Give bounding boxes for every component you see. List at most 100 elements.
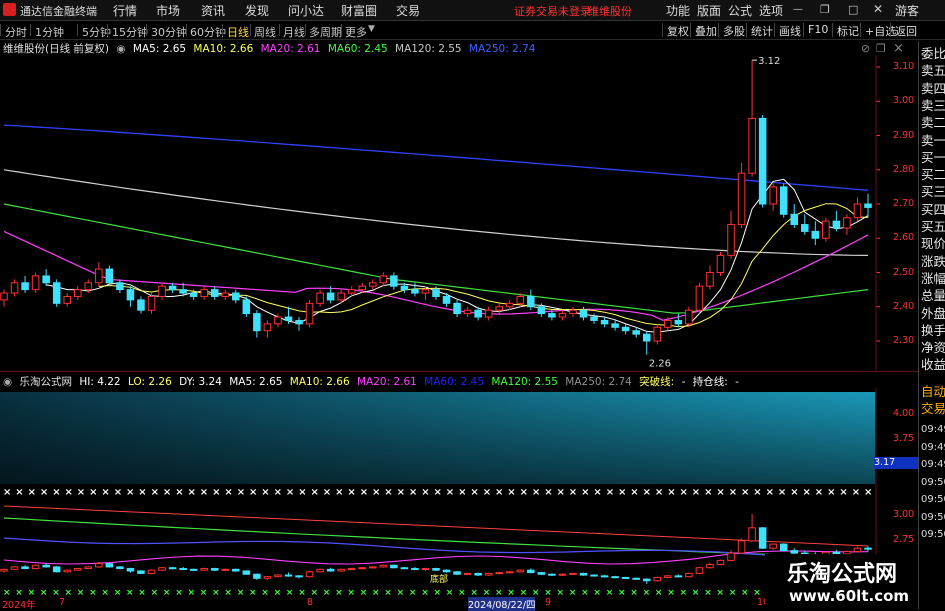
indicator-candle <box>674 574 683 578</box>
indicator-candle-body <box>505 571 514 574</box>
candle <box>558 310 567 321</box>
candle-body <box>706 272 714 287</box>
btn-back[interactable]: 返回 <box>890 23 917 38</box>
btn-f10[interactable]: F10 <box>803 23 828 37</box>
candle <box>158 282 166 300</box>
btn-stats[interactable]: 统计 <box>746 23 773 38</box>
candle <box>822 217 830 242</box>
settings-icon[interactable]: ◉ <box>116 43 125 55</box>
indicator-candle <box>664 575 672 579</box>
breakout-marker: × <box>261 487 269 498</box>
candle-body <box>95 268 103 284</box>
stock-name: 维维股份 <box>588 5 632 18</box>
menu-layout[interactable]: 版面 <box>697 2 721 19</box>
menu-quotes[interactable]: 行情 <box>113 2 137 19</box>
breakout-marker: × <box>643 487 651 498</box>
period-60min[interactable]: 60分钟 <box>190 24 226 40</box>
breakout-marker: × <box>532 487 540 498</box>
indicator-candle <box>579 572 588 576</box>
candle-body <box>579 309 588 318</box>
candle <box>253 310 261 338</box>
btn-multi-stock[interactable]: 多股 <box>718 23 745 38</box>
candle <box>527 289 535 311</box>
zoom-icon[interactable]: ⊘ <box>861 42 870 55</box>
breakout-marker: × <box>3 487 11 498</box>
candle <box>642 330 651 355</box>
menu-trade[interactable]: 交易 <box>396 2 420 19</box>
quote-field-label: 总量 <box>921 288 945 304</box>
indicator-candle <box>221 568 230 571</box>
period-15min[interactable]: 15分钟 <box>112 24 148 40</box>
indicator-candle <box>295 575 303 579</box>
minimize-icon[interactable]: — <box>793 4 803 15</box>
candle <box>95 262 103 287</box>
breakout-marker: × <box>409 487 417 498</box>
breakout-marker: × <box>741 487 749 498</box>
indicator-settings-icon[interactable]: ◉ <box>3 376 12 388</box>
close-panel-icon[interactable]: × <box>893 41 904 56</box>
candle <box>10 279 19 297</box>
period-multi[interactable]: 多周期 <box>309 24 342 40</box>
indicator-candle-body <box>189 568 198 571</box>
quote-field-label: 卖二 <box>921 115 945 131</box>
breakout-marker: × <box>52 487 60 498</box>
candle <box>727 210 735 259</box>
candle <box>0 289 8 307</box>
period-weekly[interactable]: 周线 <box>254 24 276 40</box>
indicator-candle-body <box>706 563 714 569</box>
indicator-candle <box>537 571 546 576</box>
indicator-candle-body <box>558 573 567 576</box>
btn-draw[interactable]: 画线 <box>774 23 801 38</box>
period-monthly[interactable]: 月线 <box>283 24 305 40</box>
breakout-marker: × <box>384 487 392 498</box>
signal-marker: × <box>151 588 159 597</box>
menu-discover[interactable]: 发现 <box>245 2 269 19</box>
btn-overlay[interactable]: 叠加 <box>690 23 717 38</box>
candlestick-chart[interactable]: 3.12 2.26 <box>0 55 918 371</box>
ma60-label: MA60: 2.45 <box>327 43 388 55</box>
menu-options[interactable]: 选项 <box>759 2 783 19</box>
indicator-candle-body <box>73 568 82 571</box>
period-1min[interactable]: 1分钟 <box>35 24 64 40</box>
indicator-candle-body <box>147 569 156 574</box>
btn-adjust[interactable]: 复权 <box>662 23 689 38</box>
menu-wealth[interactable]: 财富圈 <box>341 2 377 19</box>
auto-trade-label[interactable]: 自动 <box>921 383 945 400</box>
indicator-candle <box>326 567 335 572</box>
period-intraday[interactable]: 分时 <box>5 24 27 40</box>
candle <box>790 204 799 228</box>
user-label[interactable]: 游客 <box>895 2 919 19</box>
indicator-candle <box>737 538 746 554</box>
indicator-candle <box>505 570 514 574</box>
period-30min[interactable]: 30分钟 <box>151 24 187 40</box>
menu-ask[interactable]: 问小达 <box>288 2 324 19</box>
menu-market[interactable]: 市场 <box>156 2 180 19</box>
candle-body <box>632 330 640 335</box>
breakout-marker: × <box>507 487 515 498</box>
restore-panel-icon[interactable]: ❐ <box>876 42 886 55</box>
menu-formula[interactable]: 公式 <box>728 2 752 19</box>
signal-marker: × <box>28 588 36 597</box>
indicator-candle <box>232 568 240 572</box>
more-dropdown-icon[interactable]: ▼ <box>368 24 375 34</box>
candle-body <box>790 213 799 226</box>
indicator-tick: 2.75 <box>893 534 915 545</box>
auto-trade-label[interactable]: 交易 <box>921 400 945 417</box>
indicator-candle-body <box>611 576 619 579</box>
indicator-candle <box>611 575 619 579</box>
maximize-icon[interactable]: □ <box>848 3 858 16</box>
signal-marker: × <box>224 588 232 597</box>
close-icon[interactable]: ✕ <box>873 2 883 16</box>
menu-function[interactable]: 功能 <box>666 2 690 19</box>
high-annotation: 3.12 <box>758 56 780 67</box>
btn-mark[interactable]: 标记 <box>832 23 859 38</box>
restore-icon[interactable]: ❐ <box>820 3 830 16</box>
login-warning[interactable]: 证券交易未登录 <box>514 3 591 19</box>
indicator-tick: 4.00 <box>893 408 915 419</box>
candle-body <box>337 292 345 301</box>
signal-marker: × <box>458 588 466 597</box>
period-more[interactable]: 更多 <box>345 24 367 40</box>
indicator-candle-body <box>379 564 388 568</box>
menu-news[interactable]: 资讯 <box>201 2 225 19</box>
period-daily[interactable]: 日线 <box>227 24 249 40</box>
